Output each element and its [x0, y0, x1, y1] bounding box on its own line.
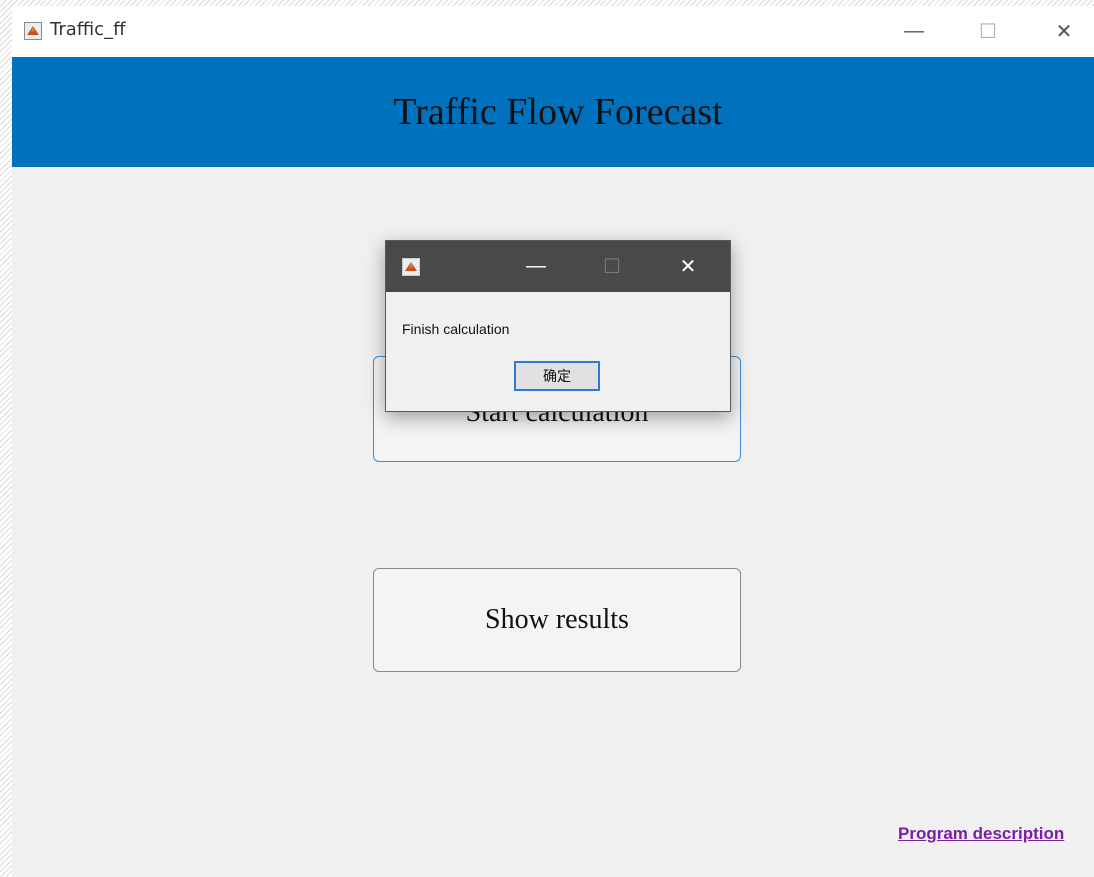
maximize-icon: ☐ [979, 20, 997, 43]
app-window: Traffic_ff — ☐ ✕ Traffic Flow Forecast S… [12, 6, 1094, 877]
window-titlebar[interactable]: Traffic_ff — ☐ ✕ [12, 6, 1094, 57]
show-results-button[interactable]: Show results [373, 568, 741, 672]
minimize-icon[interactable]: — [894, 14, 934, 48]
dialog-close-icon[interactable]: ✕ [668, 249, 708, 283]
program-description-link[interactable]: Program description [898, 824, 1064, 844]
dialog-titlebar[interactable]: — ☐ ✕ [386, 241, 730, 292]
finish-dialog: — ☐ ✕ Finish calculation 确定 [385, 240, 731, 412]
dialog-message: Finish calculation [402, 321, 510, 337]
background-hatch-left [0, 0, 12, 877]
dialog-minimize-icon[interactable]: — [516, 249, 556, 283]
dialog-maximize-icon: ☐ [603, 255, 621, 278]
app-heading: Traffic Flow Forecast [393, 91, 723, 133]
window-title: Traffic_ff [50, 19, 126, 40]
matlab-app-icon [24, 22, 42, 40]
close-icon[interactable]: ✕ [1044, 14, 1084, 48]
ok-button[interactable]: 确定 [514, 361, 600, 391]
header-band: Traffic Flow Forecast [12, 57, 1094, 167]
matlab-dialog-icon [402, 258, 420, 276]
